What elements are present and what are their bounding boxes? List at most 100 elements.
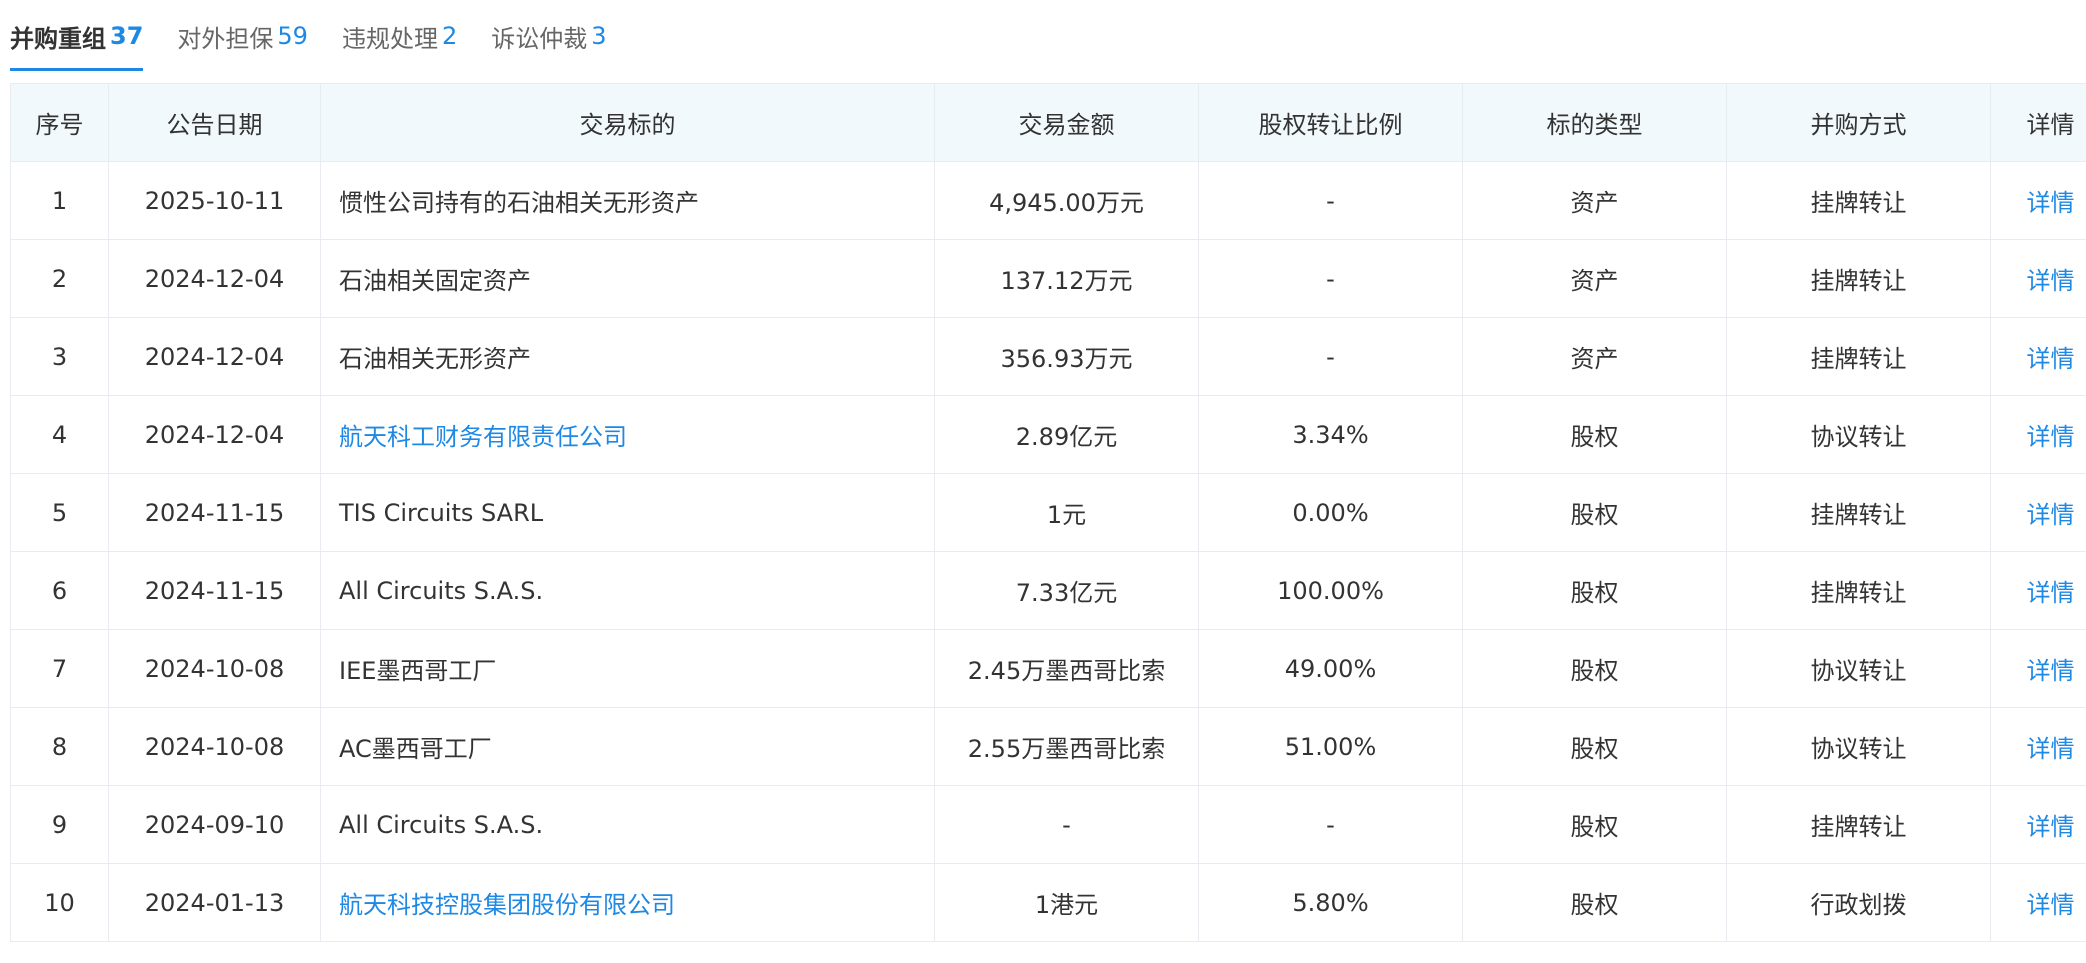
target-company-link[interactable]: 航天科工财务有限责任公司 bbox=[320, 395, 935, 474]
tab-litigation[interactable]: 诉讼仲裁 3 bbox=[491, 0, 606, 72]
cell-ratio: 100.00% bbox=[1198, 551, 1463, 630]
cell-method: 挂牌转让 bbox=[1726, 317, 1991, 396]
cell-method: 协议转让 bbox=[1726, 629, 1991, 708]
cell-index: 3 bbox=[10, 317, 109, 396]
tab-violations[interactable]: 违规处理 2 bbox=[342, 0, 457, 72]
header-index: 序号 bbox=[10, 83, 109, 162]
cell-amount: 2.89亿元 bbox=[934, 395, 1199, 474]
detail-link[interactable]: 详情 bbox=[1990, 239, 2086, 318]
cell-date: 2024-12-04 bbox=[108, 317, 321, 396]
cell-index: 10 bbox=[10, 863, 109, 942]
cell-amount: 7.33亿元 bbox=[934, 551, 1199, 630]
cell-target: All Circuits S.A.S. bbox=[320, 551, 935, 630]
table-row: 3 2024-12-04 石油相关无形资产 356.93万元 - 资产 挂牌转让… bbox=[10, 317, 2086, 396]
cell-date: 2024-11-15 bbox=[108, 551, 321, 630]
cell-target: TIS Circuits SARL bbox=[320, 473, 935, 552]
tab-count: 37 bbox=[110, 22, 144, 50]
cell-amount: 1元 bbox=[934, 473, 1199, 552]
cell-target: 惯性公司持有的石油相关无形资产 bbox=[320, 161, 935, 240]
cell-method: 挂牌转让 bbox=[1726, 161, 1991, 240]
detail-link[interactable]: 详情 bbox=[1990, 473, 2086, 552]
cell-amount: 2.45万墨西哥比索 bbox=[934, 629, 1199, 708]
header-amount: 交易金额 bbox=[934, 83, 1199, 162]
cell-index: 1 bbox=[10, 161, 109, 240]
cell-target: 石油相关固定资产 bbox=[320, 239, 935, 318]
tab-count: 3 bbox=[591, 22, 607, 50]
tab-guarantees[interactable]: 对外担保 59 bbox=[177, 0, 308, 72]
tab-count: 59 bbox=[277, 22, 308, 50]
detail-link[interactable]: 详情 bbox=[1990, 395, 2086, 474]
table-row: 5 2024-11-15 TIS Circuits SARL 1元 0.00% … bbox=[10, 473, 2086, 552]
cell-target: IEE墨西哥工厂 bbox=[320, 629, 935, 708]
cell-ratio: 0.00% bbox=[1198, 473, 1463, 552]
detail-link[interactable]: 详情 bbox=[1990, 551, 2086, 630]
cell-amount: 1港元 bbox=[934, 863, 1199, 942]
cell-ratio: 3.34% bbox=[1198, 395, 1463, 474]
header-ratio: 股权转让比例 bbox=[1198, 83, 1463, 162]
cell-date: 2024-10-08 bbox=[108, 629, 321, 708]
table-row: 9 2024-09-10 All Circuits S.A.S. - - 股权 … bbox=[10, 785, 2086, 864]
cell-type: 股权 bbox=[1462, 629, 1727, 708]
cell-type: 股权 bbox=[1462, 707, 1727, 786]
cell-type: 股权 bbox=[1462, 863, 1727, 942]
cell-target: AC墨西哥工厂 bbox=[320, 707, 935, 786]
cell-method: 挂牌转让 bbox=[1726, 239, 1991, 318]
cell-ratio: - bbox=[1198, 239, 1463, 318]
header-date: 公告日期 bbox=[108, 83, 321, 162]
header-type: 标的类型 bbox=[1462, 83, 1727, 162]
cell-amount: 356.93万元 bbox=[934, 317, 1199, 396]
cell-date: 2024-12-04 bbox=[108, 395, 321, 474]
table-row: 6 2024-11-15 All Circuits S.A.S. 7.33亿元 … bbox=[10, 551, 2086, 630]
detail-link[interactable]: 详情 bbox=[1990, 863, 2086, 942]
detail-link[interactable]: 详情 bbox=[1990, 707, 2086, 786]
table-row: 2 2024-12-04 石油相关固定资产 137.12万元 - 资产 挂牌转让… bbox=[10, 239, 2086, 318]
cell-date: 2024-12-04 bbox=[108, 239, 321, 318]
cell-type: 资产 bbox=[1462, 317, 1727, 396]
cell-method: 协议转让 bbox=[1726, 395, 1991, 474]
cell-ratio: 5.80% bbox=[1198, 863, 1463, 942]
table-row: 7 2024-10-08 IEE墨西哥工厂 2.45万墨西哥比索 49.00% … bbox=[10, 629, 2086, 708]
cell-type: 资产 bbox=[1462, 161, 1727, 240]
tab-label: 并购重组 bbox=[10, 24, 106, 53]
cell-ratio: - bbox=[1198, 317, 1463, 396]
table-row: 10 2024-01-13 航天科技控股集团股份有限公司 1港元 5.80% 股… bbox=[10, 863, 2086, 942]
cell-index: 7 bbox=[10, 629, 109, 708]
cell-ratio: - bbox=[1198, 161, 1463, 240]
cell-type: 股权 bbox=[1462, 551, 1727, 630]
tab-label: 诉讼仲裁 bbox=[491, 24, 588, 53]
cell-index: 6 bbox=[10, 551, 109, 630]
tab-mergers[interactable]: 并购重组 37 bbox=[10, 0, 144, 72]
table-row: 4 2024-12-04 航天科工财务有限责任公司 2.89亿元 3.34% 股… bbox=[10, 395, 2086, 474]
tab-label: 对外担保 bbox=[177, 24, 274, 53]
cell-date: 2024-10-08 bbox=[108, 707, 321, 786]
cell-index: 9 bbox=[10, 785, 109, 864]
cell-date: 2024-11-15 bbox=[108, 473, 321, 552]
table-row: 8 2024-10-08 AC墨西哥工厂 2.55万墨西哥比索 51.00% 股… bbox=[10, 707, 2086, 786]
header-method: 并购方式 bbox=[1726, 83, 1991, 162]
detail-link[interactable]: 详情 bbox=[1990, 785, 2086, 864]
cell-method: 行政划拨 bbox=[1726, 863, 1991, 942]
cell-index: 5 bbox=[10, 473, 109, 552]
cell-type: 股权 bbox=[1462, 395, 1727, 474]
cell-index: 8 bbox=[10, 707, 109, 786]
cell-ratio: 51.00% bbox=[1198, 707, 1463, 786]
cell-date: 2024-01-13 bbox=[108, 863, 321, 942]
detail-link[interactable]: 详情 bbox=[1990, 317, 2086, 396]
detail-link[interactable]: 详情 bbox=[1990, 161, 2086, 240]
target-company-link[interactable]: 航天科技控股集团股份有限公司 bbox=[320, 863, 935, 942]
cell-index: 2 bbox=[10, 239, 109, 318]
detail-link[interactable]: 详情 bbox=[1990, 629, 2086, 708]
cell-type: 股权 bbox=[1462, 785, 1727, 864]
cell-date: 2024-09-10 bbox=[108, 785, 321, 864]
cell-method: 挂牌转让 bbox=[1726, 473, 1991, 552]
cell-index: 4 bbox=[10, 395, 109, 474]
header-detail: 详情 bbox=[1990, 83, 2086, 162]
cell-method: 挂牌转让 bbox=[1726, 551, 1991, 630]
cell-target: 石油相关无形资产 bbox=[320, 317, 935, 396]
cell-target: All Circuits S.A.S. bbox=[320, 785, 935, 864]
tab-label: 违规处理 bbox=[341, 24, 438, 53]
cell-ratio: 49.00% bbox=[1198, 629, 1463, 708]
table-row: 1 2025-10-11 惯性公司持有的石油相关无形资产 4,945.00万元 … bbox=[10, 161, 2086, 240]
mergers-table-container: 序号 公告日期 交易标的 交易金额 股权转让比例 标的类型 并购方式 详情 1 … bbox=[10, 83, 2086, 942]
cell-amount: 137.12万元 bbox=[934, 239, 1199, 318]
